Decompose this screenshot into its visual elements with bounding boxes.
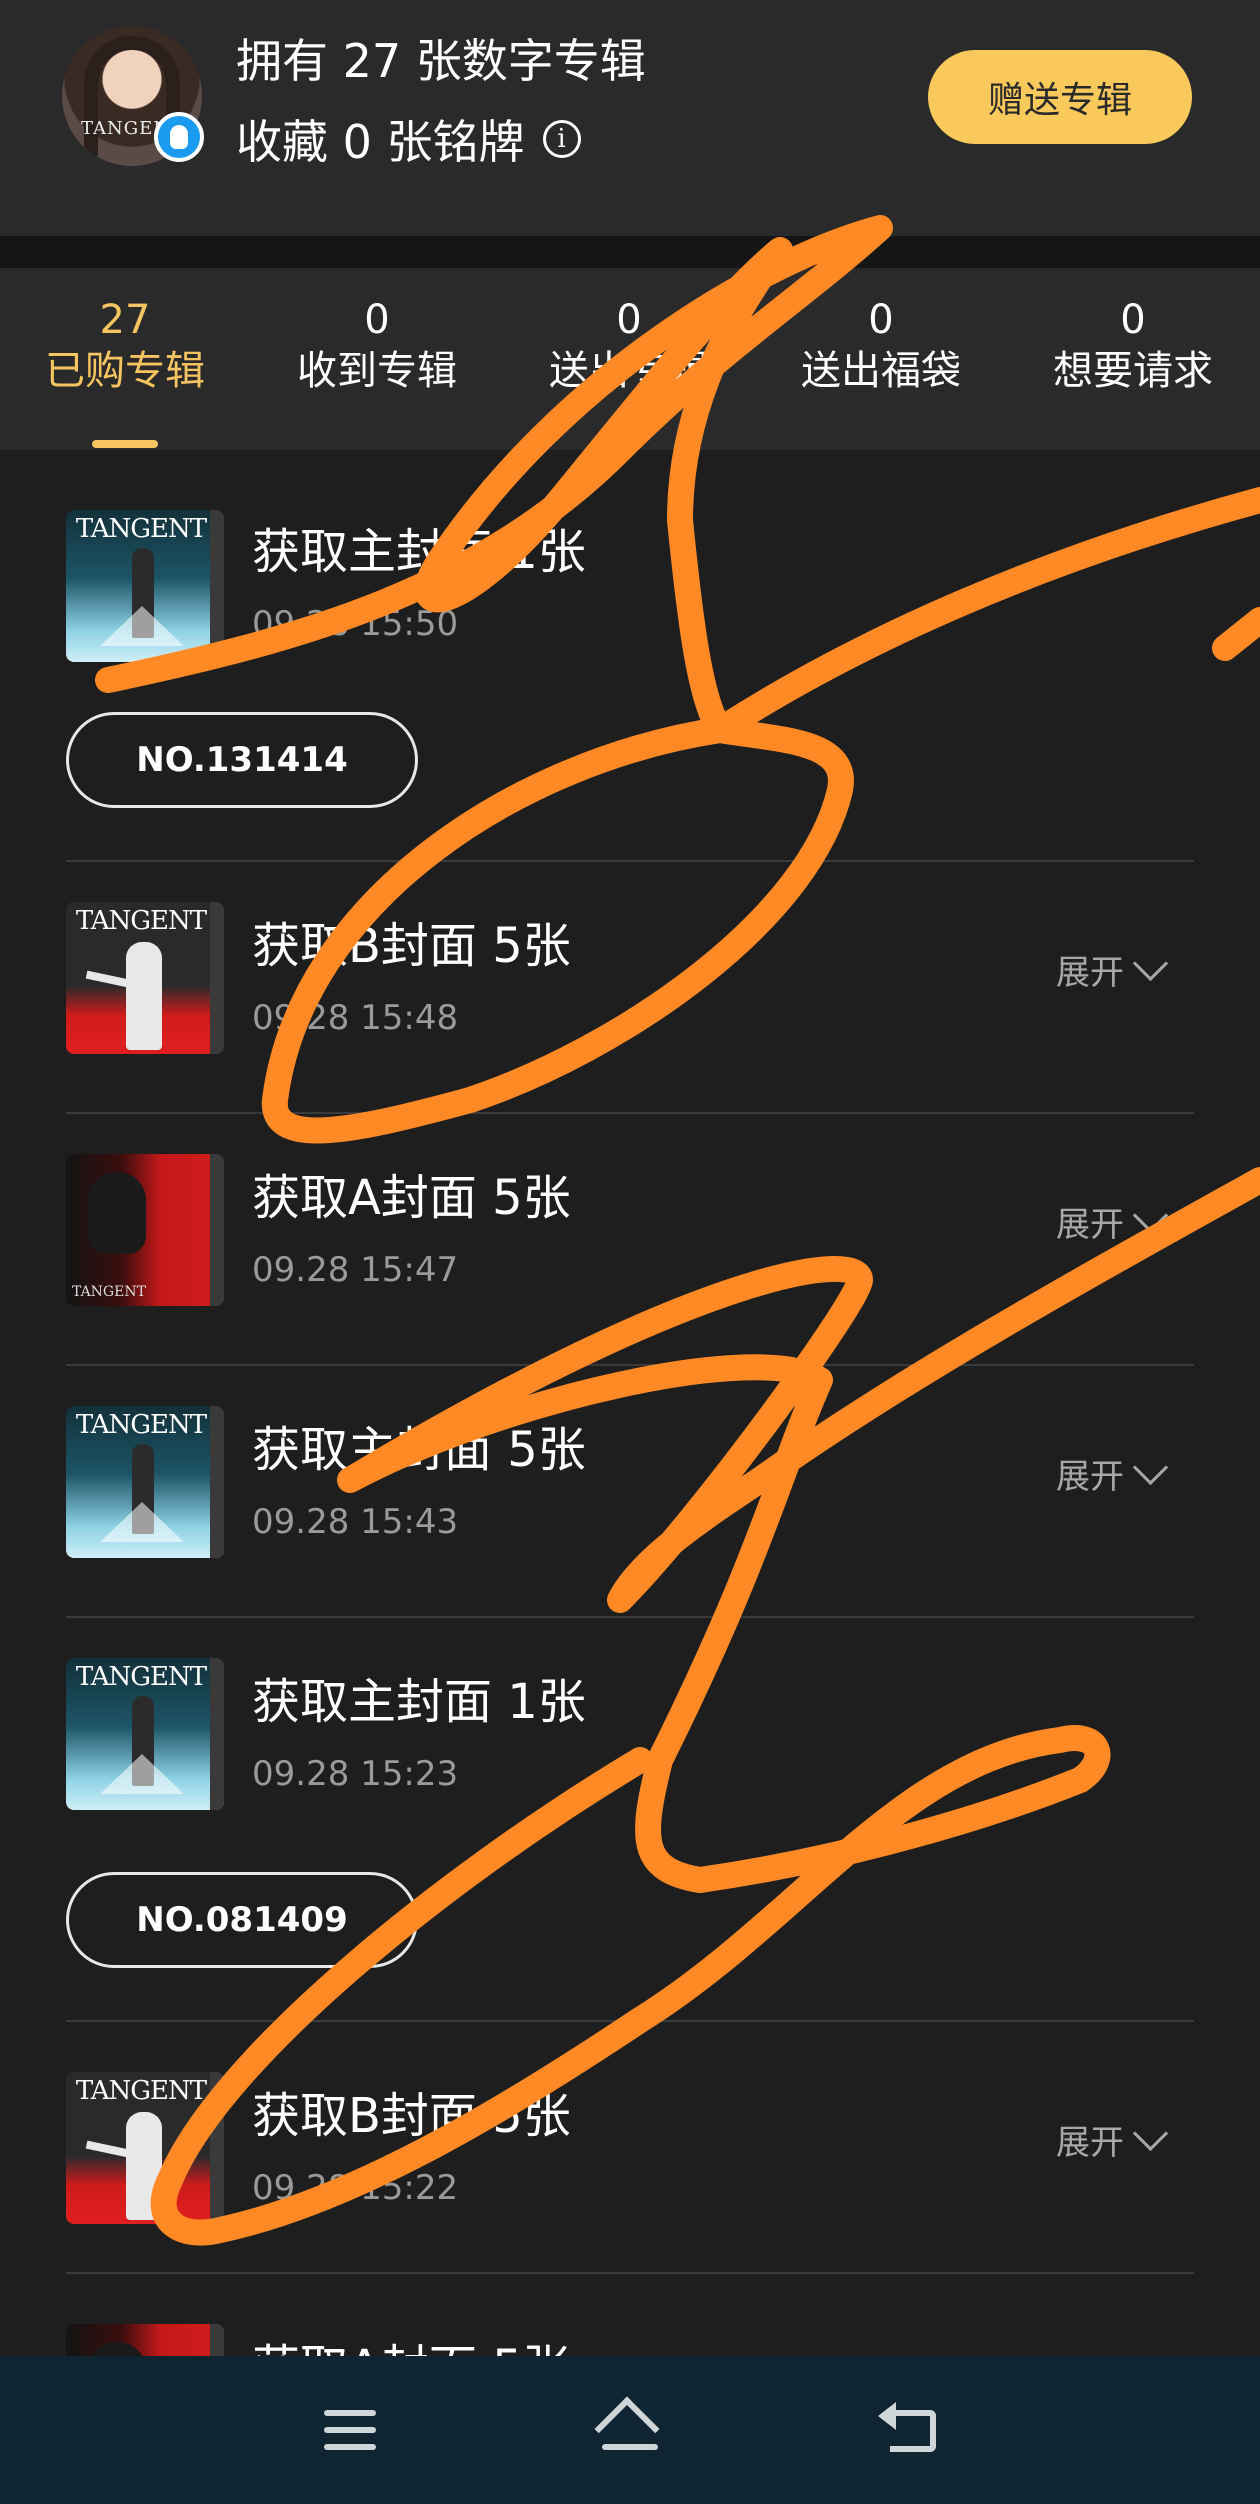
nameplate-collection-row: 收藏 0 张铭牌 i xyxy=(236,108,581,170)
chevron-down-icon xyxy=(1132,1197,1169,1233)
expand-button[interactable]: 展开 xyxy=(1056,1448,1169,1498)
item-title: 获取主封面 1张 xyxy=(252,1674,586,1730)
tab-label: 送出专辑 xyxy=(549,348,709,394)
gift-album-button[interactable]: 赠送专辑 xyxy=(928,50,1192,144)
tab-purchased[interactable]: 27 已购专辑 xyxy=(10,296,240,398)
active-tab-indicator xyxy=(92,440,158,448)
profile-header: TANGENT 拥有 27 张数字专辑 收藏 0 张铭牌 i 赠送专辑 xyxy=(0,0,1260,236)
expand-label: 展开 xyxy=(1056,1204,1124,1245)
item-time: 09.28 15:48 xyxy=(252,998,459,1038)
system-nav-bar xyxy=(0,2356,1260,2504)
divider xyxy=(66,1112,1194,1114)
owned-albums-text: 拥有 27 张数字专辑 xyxy=(236,34,646,88)
nameplate-pill[interactable]: NO.081409 xyxy=(66,1872,418,1968)
album-cover-main: TANGENT xyxy=(66,1658,224,1810)
album-cover-b: TANGENT xyxy=(66,2072,224,2224)
menu-icon[interactable] xyxy=(310,2400,390,2460)
divider xyxy=(66,2020,1194,2022)
tab-label: 收到专辑 xyxy=(297,348,457,394)
cover-caption: TANGENT xyxy=(75,2076,207,2106)
item-time: 09.28 15:50 xyxy=(252,604,459,644)
item-time: 09.28 15:23 xyxy=(252,1754,459,1794)
collected-nameplates-text: 收藏 0 张铭牌 xyxy=(236,115,525,169)
home-icon[interactable] xyxy=(590,2396,670,2462)
tab-count: 27 xyxy=(99,297,151,343)
tab-bar: 27 已购专辑 0 收到专辑 0 送出专辑 0 送出福袋 0 想要请求 xyxy=(0,268,1260,450)
album-cover-b: TANGENT xyxy=(66,902,224,1054)
info-icon[interactable]: i xyxy=(542,120,581,158)
nameplate-pill[interactable]: NO.131414 xyxy=(66,712,418,808)
item-time: 09.28 15:22 xyxy=(252,2168,459,2208)
item-title: 获取主封面 1张 xyxy=(252,524,586,580)
expand-button[interactable]: 展开 xyxy=(1056,1196,1169,1246)
tab-sent[interactable]: 0 送出专辑 xyxy=(514,296,744,398)
item-time: 09.28 15:43 xyxy=(252,1502,459,1542)
tab-sent-lucky-bag[interactable]: 0 送出福袋 xyxy=(766,296,996,398)
item-title: 获取B封面 5张 xyxy=(252,918,571,974)
tab-wish-requests[interactable]: 0 想要请求 xyxy=(1018,296,1248,398)
divider xyxy=(66,860,1194,862)
tab-label: 已购专辑 xyxy=(45,348,205,394)
item-title: 获取主封面 5张 xyxy=(252,1422,586,1478)
expand-label: 展开 xyxy=(1056,952,1124,993)
tab-count: 0 xyxy=(364,297,390,343)
cover-caption: TANGENT xyxy=(75,1662,207,1692)
cover-caption: TANGENT xyxy=(75,906,207,936)
tab-label: 送出福袋 xyxy=(801,348,961,394)
chevron-down-icon xyxy=(1132,2115,1169,2151)
item-time: 09.28 15:47 xyxy=(252,1250,459,1290)
chevron-down-icon xyxy=(1132,1449,1169,1485)
scribble-stroke-right-tick xyxy=(1212,607,1260,661)
section-separator xyxy=(0,236,1260,268)
tab-count: 0 xyxy=(616,297,642,343)
cover-caption: TANGENT xyxy=(75,514,207,544)
tab-count: 0 xyxy=(1120,297,1146,343)
cover-caption: TANGENT xyxy=(72,1284,146,1300)
divider xyxy=(66,1616,1194,1618)
item-title: 获取B封面 5张 xyxy=(252,2088,571,2144)
tab-received[interactable]: 0 收到专辑 xyxy=(262,296,492,398)
expand-label: 展开 xyxy=(1056,1456,1124,1497)
tab-count: 0 xyxy=(868,297,894,343)
divider xyxy=(66,1364,1194,1366)
cover-caption: TANGENT xyxy=(75,1410,207,1440)
chevron-down-icon xyxy=(1132,945,1169,981)
divider xyxy=(66,2272,1194,2274)
back-icon[interactable] xyxy=(870,2400,950,2460)
album-cover-main: TANGENT xyxy=(66,1406,224,1558)
tab-label: 想要请求 xyxy=(1053,348,1213,394)
album-cover-a: TANGENT xyxy=(66,1154,224,1306)
expand-label: 展开 xyxy=(1056,2122,1124,2163)
expand-button[interactable]: 展开 xyxy=(1056,944,1169,994)
item-title: 获取A封面 5张 xyxy=(252,1170,571,1226)
qq-badge-icon xyxy=(154,112,204,162)
expand-button[interactable]: 展开 xyxy=(1056,2114,1169,2164)
album-cover-main: TANGENT xyxy=(66,510,224,662)
